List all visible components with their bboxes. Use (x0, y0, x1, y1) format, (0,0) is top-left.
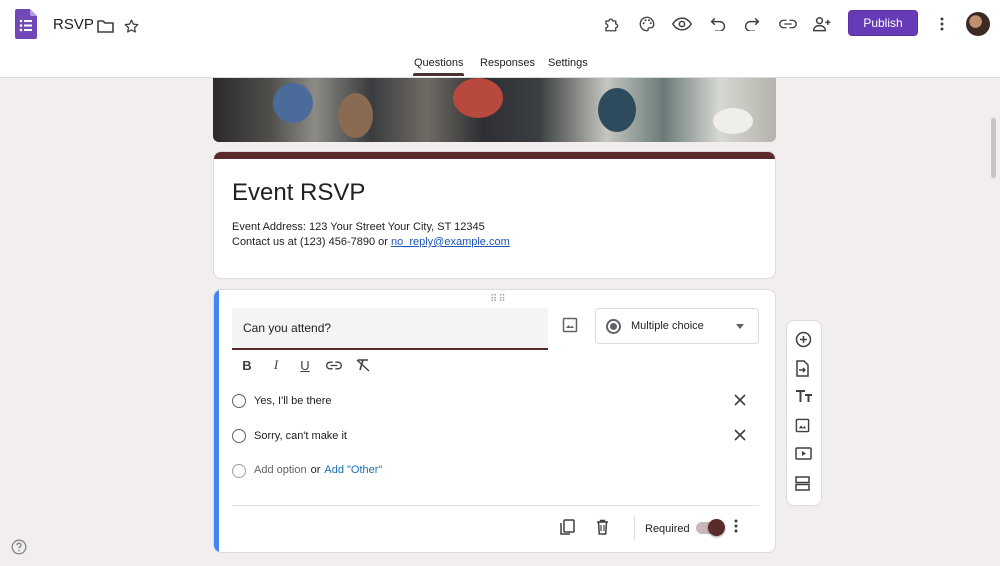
option-label[interactable]: Sorry, can't make it (254, 430, 347, 442)
publish-button[interactable]: Publish (848, 10, 918, 36)
add-video-icon[interactable] (795, 447, 813, 465)
floating-toolbar (786, 320, 822, 506)
question-type-label: Multiple choice (631, 320, 704, 332)
form-title[interactable]: Event RSVP (232, 179, 365, 207)
remove-option-icon[interactable] (734, 394, 748, 408)
or-label: or (310, 464, 321, 476)
link-icon[interactable] (778, 14, 798, 34)
contact-line: Contact us at (123) 456-7890 or no_reply… (232, 235, 510, 250)
italic-icon[interactable]: I (267, 356, 285, 374)
undo-icon[interactable] (708, 14, 728, 34)
form-tabs: Questions Responses Settings (0, 57, 1000, 77)
add-option-controls: Add option or Add "Other" (254, 464, 382, 476)
drag-handle-icon[interactable]: ⠿⠿ (490, 294, 507, 305)
add-option-link[interactable]: Add option (254, 464, 307, 476)
header-banner-image (213, 78, 776, 142)
avatar[interactable] (966, 12, 990, 36)
event-address: Event Address: 123 Your Street Your City… (232, 221, 485, 233)
tab-settings[interactable]: Settings (548, 57, 588, 69)
required-label: Required (645, 523, 690, 535)
scrollbar-thumb[interactable] (991, 118, 996, 178)
add-other-link[interactable]: Add "Other" (324, 464, 382, 476)
add-image-icon[interactable] (562, 317, 580, 335)
question-card[interactable]: ⠿⠿ Can you attend? Multiple choice B I U… (213, 289, 776, 553)
insert-link-icon[interactable] (325, 356, 343, 374)
add-question-icon[interactable] (795, 331, 813, 349)
more-vert-icon[interactable] (932, 14, 952, 34)
theme-accent-bar (214, 152, 775, 159)
preview-eye-icon[interactable] (672, 14, 692, 34)
required-toggle[interactable] (696, 519, 725, 536)
add-collaborator-icon[interactable] (812, 14, 832, 34)
palette-icon[interactable] (637, 14, 657, 34)
option-label[interactable]: Yes, I'll be there (254, 395, 332, 407)
document-title[interactable]: RSVP (53, 16, 94, 33)
add-section-icon[interactable] (795, 476, 813, 494)
radio-button-icon (606, 319, 621, 334)
add-image-icon[interactable] (795, 418, 813, 436)
folder-icon[interactable] (95, 16, 115, 36)
import-questions-icon[interactable] (795, 360, 813, 378)
toggle-knob (708, 519, 725, 536)
clear-formatting-icon[interactable] (354, 356, 372, 374)
footer-separator (634, 516, 635, 540)
form-title-card[interactable]: Event RSVP Event Address: 123 Your Stree… (213, 151, 776, 279)
radio-option-icon (232, 394, 246, 408)
bold-icon[interactable]: B (238, 356, 256, 374)
tab-questions[interactable]: Questions (414, 57, 464, 69)
contact-text: Contact us at (123) 456-7890 or (232, 236, 391, 248)
duplicate-icon[interactable] (560, 519, 578, 537)
footer-divider (232, 505, 759, 506)
redo-icon[interactable] (742, 14, 762, 34)
question-text-input[interactable]: Can you attend? (232, 308, 548, 350)
tab-responses[interactable]: Responses (480, 57, 535, 69)
star-icon[interactable] (121, 16, 141, 36)
question-more-options-icon[interactable] (734, 519, 748, 537)
delete-icon[interactable] (596, 519, 614, 537)
active-tab-indicator (413, 73, 464, 76)
remove-option-icon[interactable] (734, 429, 748, 443)
radio-option-icon (232, 464, 246, 478)
question-type-dropdown[interactable]: Multiple choice (595, 308, 759, 344)
addons-icon[interactable] (602, 14, 622, 34)
add-title-icon[interactable] (795, 389, 813, 407)
contact-email-link[interactable]: no_reply@example.com (391, 236, 510, 248)
forms-logo-icon[interactable] (15, 9, 37, 39)
help-icon[interactable] (11, 539, 27, 555)
form-description[interactable]: Event Address: 123 Your Street Your City… (232, 220, 510, 250)
top-header: RSVP Publish Questions Responses Setting… (0, 0, 1000, 78)
chevron-down-icon (736, 324, 744, 329)
active-question-indicator (214, 290, 219, 552)
underline-icon[interactable]: U (296, 356, 314, 374)
radio-option-icon (232, 429, 246, 443)
